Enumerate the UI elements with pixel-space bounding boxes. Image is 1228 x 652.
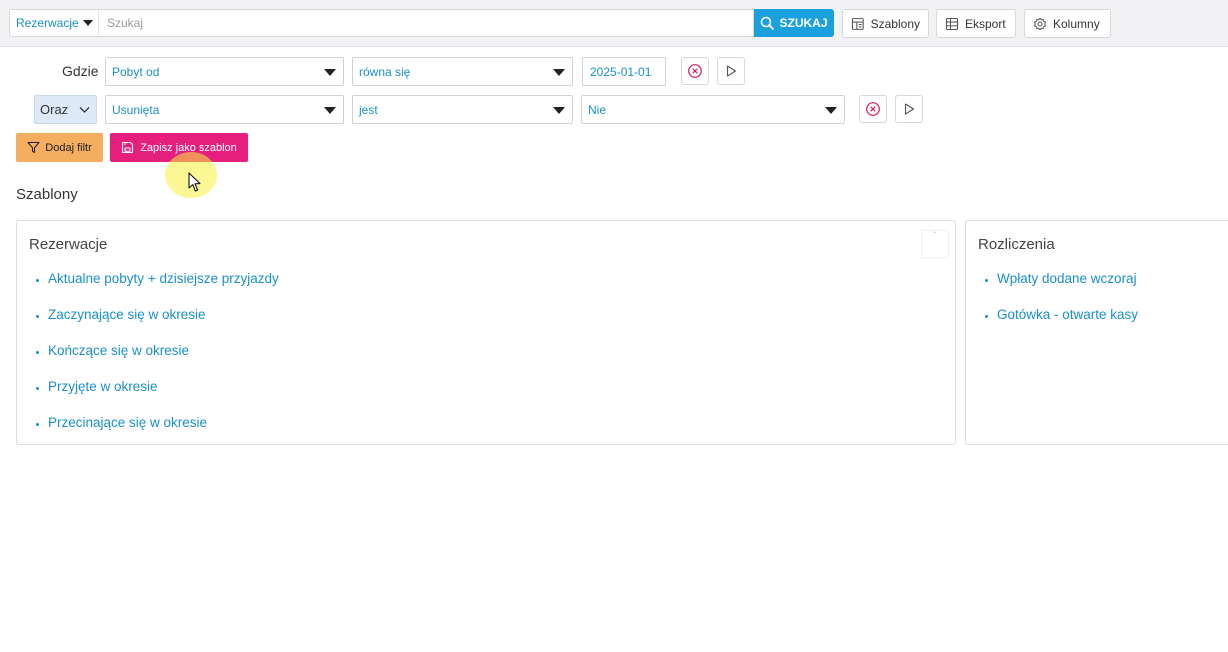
templates-icon [851, 17, 864, 30]
caret-down-icon [553, 69, 565, 76]
templates-list: Wpłaty dodane wczoraj Gotówka - otwarte … [982, 271, 1138, 343]
bullet-icon [985, 279, 988, 282]
filter-row1-date-input[interactable]: 2025-01-01 [582, 57, 666, 86]
caret-down-icon [553, 107, 565, 114]
filter-row1-label: Gdzie [62, 63, 99, 79]
template-link[interactable]: Kończące się w okresie [33, 343, 279, 379]
collapse-button[interactable]: ˆ [921, 230, 949, 258]
export-button-label: Eksport [965, 16, 1006, 31]
add-filter-label: Dodaj filtr [45, 141, 92, 154]
filter-row2-connector-value: Oraz [40, 102, 69, 117]
template-link[interactable]: Aktualne pobyty + dzisiejsze przyjazdy [33, 271, 279, 307]
templates-group-title: Rezerwacje [29, 236, 108, 253]
chevron-up-icon: ˆ [933, 231, 937, 240]
bullet-icon [36, 387, 39, 390]
filter-row2-run-button[interactable] [895, 95, 923, 123]
template-link-label: Aktualne pobyty + dzisiejsze przyjazdy [48, 271, 279, 286]
remove-circle-icon [688, 64, 702, 78]
template-link[interactable]: Gotówka - otwarte kasy [982, 307, 1138, 343]
filter-row2-field-select[interactable]: Usunięta [105, 95, 344, 124]
filter-row1-operator-value: równa się [359, 64, 411, 79]
template-link[interactable]: Wpłaty dodane wczoraj [982, 271, 1138, 307]
bullet-icon [36, 351, 39, 354]
table-export-icon [945, 17, 959, 30]
filter-row2-value-select[interactable]: Nie [581, 95, 845, 124]
columns-button[interactable]: Kolumny [1024, 9, 1111, 38]
template-link-label: Przyjęte w okresie [48, 379, 158, 394]
filter-row1-date-value: 2025-01-01 [590, 64, 652, 79]
filter-row1-field-value: Pobyt od [112, 64, 160, 79]
filter-row2-operator-value: jest [359, 102, 378, 117]
templates-group-rozliczenia: Rozliczenia Wpłaty dodane wczoraj Gotówk… [965, 220, 1228, 445]
template-link-label: Wpłaty dodane wczoraj [997, 271, 1137, 286]
templates-list: Aktualne pobyty + dzisiejsze przyjazdy Z… [33, 271, 279, 451]
template-link[interactable]: Przyjęte w okresie [33, 379, 279, 415]
remove-circle-icon [866, 102, 880, 116]
templates-section-title: Szablony [16, 186, 78, 203]
filter-row2-value: Nie [588, 102, 607, 117]
filter-row1-run-button[interactable] [717, 57, 745, 85]
template-link[interactable]: Przecinające się w okresie [33, 415, 279, 451]
caret-down-icon [324, 107, 336, 114]
play-icon [726, 65, 737, 77]
add-filter-button[interactable]: Dodaj filtr [16, 133, 103, 162]
caret-down-icon [324, 69, 336, 76]
chevron-down-icon [79, 107, 90, 113]
filter-row2-operator-select[interactable]: jest [352, 95, 573, 124]
mouse-pointer-icon [188, 172, 201, 192]
bullet-icon [36, 315, 39, 318]
templates-button[interactable]: Szablony [842, 9, 929, 38]
gear-icon [1034, 17, 1046, 30]
bullet-icon [36, 423, 39, 426]
search-input[interactable] [98, 9, 754, 37]
caret-down-icon [825, 107, 837, 114]
templates-button-label: Szablony [870, 16, 920, 31]
template-link[interactable]: Zaczynające się w okresie [33, 307, 279, 343]
floppy-disk-icon [122, 141, 134, 154]
search-group: Rezerwacje SZUKAJ [9, 9, 834, 37]
search-scope-select[interactable]: Rezerwacje [9, 9, 98, 37]
filter-row1-field-select[interactable]: Pobyt od [105, 57, 344, 86]
caret-down-icon [82, 20, 93, 26]
search-button[interactable]: SZUKAJ [754, 9, 834, 37]
play-icon [904, 103, 915, 115]
template-link-label: Zaczynające się w okresie [48, 307, 206, 322]
template-link-label: Gotówka - otwarte kasy [997, 307, 1139, 322]
search-icon [761, 16, 775, 30]
filter-icon [27, 141, 40, 154]
bullet-icon [36, 279, 39, 282]
columns-button-label: Kolumny [1053, 16, 1100, 31]
save-template-button[interactable]: Zapisz jako szablon [110, 133, 248, 162]
filter-row1-remove-button[interactable] [681, 57, 709, 85]
filter-row2-remove-button[interactable] [859, 95, 887, 123]
export-button[interactable]: Eksport [936, 9, 1016, 38]
search-scope-label: Rezerwacje [16, 16, 79, 30]
filter-row2-field-value: Usunięta [112, 102, 160, 117]
filter-row2-connector-select[interactable]: Oraz [34, 95, 97, 124]
template-link-label: Przecinające się w okresie [48, 415, 208, 430]
top-toolbar: Rezerwacje SZUKAJ Szablony Eksport Kolum… [0, 0, 1228, 47]
bullet-icon [985, 315, 988, 318]
template-link-label: Kończące się w okresie [48, 343, 190, 358]
save-template-label: Zapisz jako szablon [140, 141, 237, 154]
templates-group-rezerwacje: Rezerwacje ˆ Aktualne pobyty + dzisiejsz… [16, 220, 956, 445]
templates-group-title: Rozliczenia [978, 236, 1055, 253]
search-button-label: SZUKAJ [779, 16, 828, 30]
filter-row1-operator-select[interactable]: równa się [352, 57, 573, 86]
